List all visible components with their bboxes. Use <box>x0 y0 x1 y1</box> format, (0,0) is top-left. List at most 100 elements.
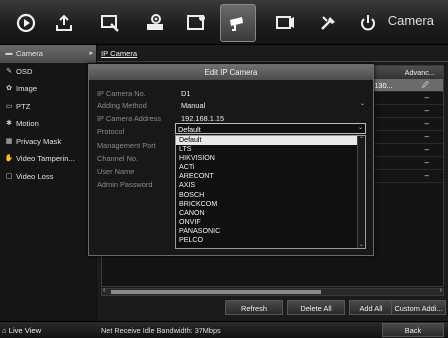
delete-all-button[interactable]: Delete All <box>287 300 345 315</box>
protocol-dropdown-list: Default LTS HIKVISION ACTi ARECONT AXIS … <box>175 135 366 249</box>
field-adding-method[interactable]: Adding Method Manual ⌄ <box>97 100 365 112</box>
sidebar: ▬ Camera ▸ ✎ OSD ✿ Image ▭ PTZ ✱ Motion … <box>0 45 96 321</box>
playback-icon[interactable] <box>8 4 44 42</box>
protocol-selected-value: Default <box>178 125 201 134</box>
sidebar-item-motion[interactable]: ✱ Motion <box>0 115 96 133</box>
page-title: Camera <box>387 13 434 28</box>
camera-icon[interactable] <box>220 4 256 42</box>
protocol-option[interactable]: AXIS <box>176 181 365 190</box>
field-label: Management Port <box>97 141 156 150</box>
table-cell: – <box>424 158 429 167</box>
video-tampering-icon: ✋ <box>4 155 14 162</box>
table-row[interactable]: – <box>373 92 443 105</box>
home-icon: ⌂ <box>2 326 7 335</box>
column-header-advanced[interactable]: Advanc... <box>405 68 435 77</box>
camera-icon: ▬ <box>5 50 13 57</box>
field-label: Protocol <box>97 127 125 136</box>
manual-icon[interactable] <box>92 4 128 42</box>
export-icon[interactable] <box>46 4 82 42</box>
live-view-button[interactable]: ⌂ Live View <box>2 326 41 335</box>
live-view-label: Live View <box>8 326 42 335</box>
hdd-icon[interactable] <box>137 4 173 42</box>
event-icon[interactable] <box>267 4 303 42</box>
adding-method-value[interactable]: Manual <box>181 101 205 110</box>
osd-icon: ✎ <box>6 67 12 75</box>
sidebar-item-camera[interactable]: ▬ Camera ▸ <box>0 45 96 63</box>
edit-icon[interactable]: 🖉 <box>422 81 429 92</box>
table-row[interactable]: – <box>373 131 443 144</box>
dialog-title: Edit IP Camera <box>89 65 373 80</box>
sidebar-item-label: OSD <box>16 66 33 76</box>
field-label: IP Camera Address <box>97 114 161 123</box>
table-row[interactable]: – <box>373 118 443 131</box>
protocol-option[interactable]: HIKVISION <box>176 154 365 163</box>
table-row[interactable]: – <box>373 144 443 157</box>
sidebar-item-label: Motion <box>16 119 39 128</box>
scrollbar-thumb[interactable] <box>111 290 321 294</box>
add-all-button[interactable]: Add All <box>349 300 393 315</box>
sidebar-item-osd[interactable]: ✎ OSD <box>0 63 96 81</box>
table-row[interactable]: ild 130... 🖉 <box>363 79 443 92</box>
status-bar: ⌂ Live View Net Receive Idle Bandwidth: … <box>0 321 448 338</box>
field-label: Adding Method <box>97 101 147 110</box>
record-icon[interactable] <box>178 4 214 42</box>
protocol-select[interactable]: Default ⌄ <box>175 123 366 134</box>
protocol-option[interactable]: BOSCH <box>176 191 365 200</box>
sidebar-item-label: PTZ <box>16 101 31 111</box>
shutdown-icon[interactable] <box>350 4 386 42</box>
scroll-left-icon[interactable]: ‹ <box>103 287 105 294</box>
tab-ip-camera[interactable]: IP Camera <box>101 47 137 61</box>
sidebar-item-video-loss[interactable]: ▢ Video Loss <box>0 168 96 186</box>
table-cell: – <box>424 132 429 141</box>
custom-add-button[interactable]: Custom Addi... <box>391 300 446 315</box>
ptz-icon: ▭ <box>5 102 13 110</box>
sidebar-item-ptz[interactable]: ▭ PTZ <box>0 98 96 116</box>
scroll-down-icon[interactable]: ⌄ <box>359 241 364 248</box>
maintenance-icon[interactable] <box>310 4 346 42</box>
chevron-down-icon[interactable]: ⌄ <box>358 124 363 131</box>
bandwidth-status: Net Receive Idle Bandwidth: 37Mbps <box>101 326 221 335</box>
chevron-down-icon[interactable]: ⌄ <box>360 100 365 107</box>
sidebar-item-video-tampering[interactable]: ✋ Video Tamperin... <box>0 150 96 168</box>
protocol-option[interactable]: BRICKCOM <box>176 200 365 209</box>
privacy-mask-icon: ▦ <box>5 137 13 145</box>
table-cell: – <box>424 171 429 180</box>
table-cell: – <box>424 145 429 154</box>
field-label: User Name <box>97 167 135 176</box>
protocol-option[interactable]: Default <box>176 136 365 146</box>
main-toolbar: Camera <box>0 0 448 45</box>
dropdown-scrollbar[interactable]: ⌃ ⌄ <box>357 136 365 248</box>
scroll-up-icon[interactable]: ⌃ <box>359 136 364 143</box>
refresh-button[interactable]: Refresh <box>225 300 283 315</box>
table-cell: – <box>424 119 429 128</box>
protocol-option[interactable]: CANON <box>176 209 365 218</box>
table-cell: – <box>424 93 429 102</box>
protocol-option[interactable]: ARECONT <box>176 172 365 181</box>
table-row[interactable]: – <box>373 105 443 118</box>
field-label: Channel No. <box>97 154 139 163</box>
table-row[interactable]: – <box>373 157 443 170</box>
sidebar-item-image[interactable]: ✿ Image <box>0 80 96 98</box>
ip-address-input[interactable]: 192.168.1.15 <box>181 114 224 123</box>
image-icon: ✿ <box>6 85 12 92</box>
tab-divider <box>97 61 448 62</box>
protocol-option[interactable]: ACTi <box>176 163 365 172</box>
sidebar-item-label: Privacy Mask <box>16 136 62 146</box>
chevron-right-icon: ▸ <box>89 50 93 57</box>
edit-ip-camera-dialog: Edit IP Camera IP Camera No. D1 Adding M… <box>88 64 374 256</box>
sidebar-item-label: Video Tamperin... <box>16 154 75 163</box>
back-button[interactable]: Back <box>382 323 444 337</box>
scroll-right-icon[interactable]: › <box>440 287 442 294</box>
ip-camera-no-value: D1 <box>181 89 191 98</box>
horizontal-scrollbar[interactable]: ‹ › <box>101 287 444 296</box>
video-loss-icon: ▢ <box>5 172 13 180</box>
protocol-option[interactable]: PELCO <box>176 236 365 245</box>
protocol-option[interactable]: ONVIF <box>176 218 365 227</box>
sidebar-item-privacy-mask[interactable]: ▦ Privacy Mask <box>0 133 96 151</box>
protocol-option[interactable]: PANASONIC <box>176 227 365 236</box>
protocol-option[interactable]: LTS <box>176 145 365 154</box>
sidebar-item-label: Camera <box>16 49 44 58</box>
field-label: IP Camera No. <box>97 89 146 98</box>
field-label: Admin Password <box>97 180 153 189</box>
table-row[interactable]: – <box>373 170 443 183</box>
